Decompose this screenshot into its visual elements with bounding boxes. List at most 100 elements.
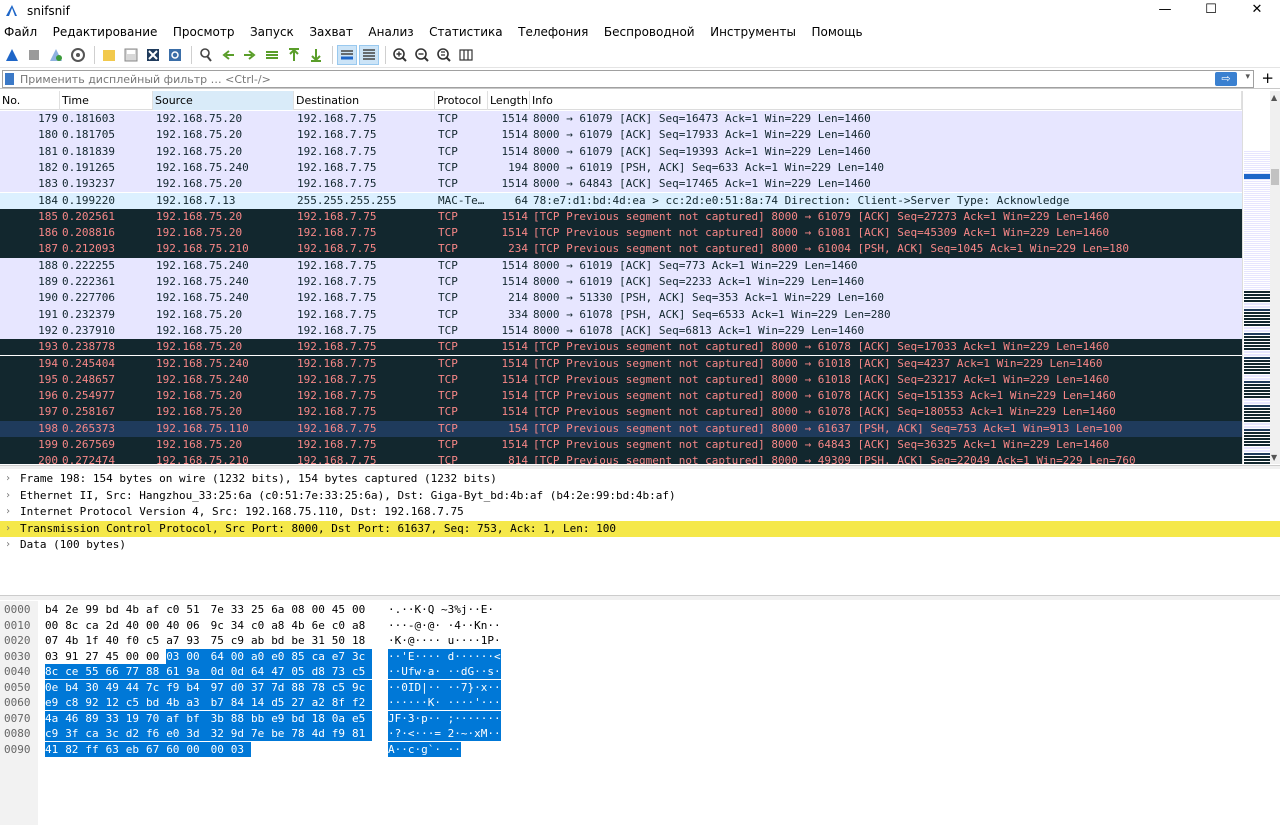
menu-item-4[interactable]: Захват xyxy=(309,22,353,42)
expand-arrow-icon[interactable]: › xyxy=(5,537,11,553)
hex-byte[interactable]: 00 xyxy=(126,649,146,664)
hex-byte[interactable]: 03 xyxy=(45,649,65,664)
hex-byte[interactable]: 6a xyxy=(271,602,291,617)
hex-byte[interactable]: c9 xyxy=(45,726,66,741)
hex-byte[interactable]: c9 xyxy=(231,633,251,648)
hex-byte[interactable]: 51 xyxy=(186,602,210,617)
column-header-6[interactable]: Info xyxy=(530,91,1242,110)
menu-item-9[interactable]: Инструменты xyxy=(710,22,796,42)
packet-row[interactable]: 191 0.232379 192.168.75.20 192.168.7.75 TCP 3… xyxy=(0,306,1242,323)
ascii-text[interactable]: JF·3·p·· ;······· xyxy=(388,710,501,726)
packet-row[interactable]: 198 0.265373 192.168.75.110 192.168.7.75 TCP… xyxy=(0,420,1242,437)
expand-arrow-icon[interactable]: › xyxy=(5,521,11,537)
hex-byte[interactable]: 0a xyxy=(331,710,352,726)
scroll-down-icon[interactable]: ▼ xyxy=(1271,453,1277,462)
pane-splitter-bytes[interactable] xyxy=(0,595,1280,600)
hex-byte[interactable]: 7e xyxy=(251,726,272,741)
menu-item-7[interactable]: Телефония xyxy=(518,22,588,42)
zoom-in-button[interactable] xyxy=(390,45,410,65)
hex-byte[interactable]: 00 xyxy=(186,741,211,757)
packet-row[interactable]: 196 0.254977 192.168.75.20 192.168.7.75 TCP 1… xyxy=(0,388,1242,405)
apply-filter-button[interactable]: ⇨ xyxy=(1215,72,1237,86)
hex-byte[interactable]: 9c xyxy=(211,618,231,633)
hex-byte[interactable]: d0 xyxy=(230,679,251,695)
go-to-packet-button[interactable] xyxy=(262,45,282,65)
go-last-button[interactable] xyxy=(306,45,326,65)
expand-arrow-icon[interactable]: › xyxy=(5,488,11,504)
hex-byte[interactable]: 64 xyxy=(251,664,272,679)
hex-byte[interactable]: a0 xyxy=(251,648,272,664)
detail-tree-item[interactable]: › Frame 198: 154 bytes on wire (1232 bits… xyxy=(0,471,1280,488)
hex-byte[interactable]: 03 xyxy=(230,741,251,757)
menu-item-2[interactable]: Просмотр xyxy=(173,22,235,42)
ascii-text[interactable]: ·K·@···· u····1P· xyxy=(388,633,501,648)
packet-row[interactable]: 199 0.267569 192.168.75.20 192.168.7.75 TCP 1… xyxy=(0,437,1242,454)
hex-byte[interactable]: 93 xyxy=(186,633,210,648)
ascii-text[interactable]: ··'E···· d······< xyxy=(388,648,501,664)
colorize-button[interactable] xyxy=(359,44,379,65)
hex-byte[interactable]: 06 xyxy=(186,618,210,633)
hex-byte[interactable]: 4b xyxy=(126,602,146,617)
hex-byte[interactable]: 4b xyxy=(65,633,85,648)
hex-byte[interactable]: f6 xyxy=(146,726,167,741)
hex-byte[interactable]: 78 xyxy=(291,726,312,741)
hex-byte[interactable]: 70 xyxy=(146,710,167,726)
hex-byte[interactable]: c0 xyxy=(332,618,352,633)
packet-row[interactable]: 189 0.222361 192.168.75.240 192.168.7.75 TCP… xyxy=(0,274,1242,291)
hex-byte[interactable]: 34 xyxy=(231,618,251,633)
hex-byte[interactable]: 4b xyxy=(166,695,187,710)
packet-row[interactable]: 190 0.227706 192.168.75.240 192.168.7.75 TCP… xyxy=(0,290,1242,307)
hex-byte[interactable]: 64 xyxy=(210,648,231,664)
hex-byte[interactable]: ca xyxy=(85,726,106,741)
close-file-button[interactable] xyxy=(143,45,163,65)
column-header-1[interactable]: Time xyxy=(60,91,153,110)
hex-byte[interactable]: 32 xyxy=(210,726,231,741)
hex-byte[interactable]: 0d xyxy=(230,664,251,679)
filter-history-dropdown[interactable]: ▾ xyxy=(1245,72,1250,82)
hex-byte[interactable]: bd xyxy=(291,710,312,726)
hex-byte[interactable]: a8 xyxy=(271,618,291,633)
hex-byte[interactable]: f9 xyxy=(331,726,352,741)
pane-splitter[interactable] xyxy=(0,465,1280,469)
hex-byte[interactable]: 03 xyxy=(166,648,187,664)
hex-byte[interactable]: 40 xyxy=(126,618,146,633)
hex-byte[interactable]: bd xyxy=(106,602,126,617)
hex-byte[interactable]: ab xyxy=(251,633,271,648)
ascii-text[interactable]: ·.··K·Q ~3%j··E· xyxy=(388,602,494,617)
ascii-text[interactable]: ······K· ····'··· xyxy=(388,695,501,710)
hex-byte[interactable]: b7 xyxy=(210,695,231,710)
hex-byte[interactable]: 7e xyxy=(211,602,231,617)
hex-byte[interactable]: be xyxy=(271,726,292,741)
hex-byte[interactable]: f0 xyxy=(126,633,146,648)
packet-row[interactable]: 192 0.237910 192.168.75.20 192.168.7.75 TCP 1… xyxy=(0,322,1242,340)
hex-byte[interactable]: 14 xyxy=(251,695,272,710)
hex-byte[interactable]: 99 xyxy=(85,602,105,617)
hex-byte[interactable]: 46 xyxy=(65,710,86,726)
hex-byte[interactable]: c0 xyxy=(251,618,271,633)
hex-byte[interactable]: c5 xyxy=(146,633,166,648)
zoom-out-button[interactable] xyxy=(412,45,432,65)
hex-byte[interactable]: 25 xyxy=(251,602,271,617)
hex-byte[interactable]: 40 xyxy=(166,618,186,633)
packet-row[interactable]: 187 0.212093 192.168.75.210 192.168.7.75 TCP… xyxy=(0,241,1242,258)
hex-byte[interactable]: 97 xyxy=(210,679,231,695)
hex-byte[interactable]: e9 xyxy=(45,695,66,710)
hex-byte[interactable]: b4 xyxy=(45,602,65,617)
hex-byte[interactable]: a2 xyxy=(311,695,332,710)
hex-byte[interactable]: 8f xyxy=(331,695,352,710)
hex-byte[interactable]: 05 xyxy=(291,664,312,679)
hex-byte[interactable]: 18 xyxy=(352,633,372,648)
hex-byte[interactable]: 2e xyxy=(65,602,85,617)
packet-row[interactable]: 193 0.238778 192.168.75.20 192.168.7.75 TCP 1… xyxy=(0,339,1242,356)
hex-byte[interactable]: 00 xyxy=(45,618,65,633)
packet-list[interactable]: No. Time Source Destination Protocol Length In… xyxy=(0,91,1242,464)
options-gear-button[interactable] xyxy=(68,45,88,65)
expand-arrow-icon[interactable]: › xyxy=(5,504,11,520)
hex-byte[interactable]: be xyxy=(291,633,311,648)
hex-byte[interactable]: e9 xyxy=(271,710,292,726)
scroll-up-icon[interactable]: ▲ xyxy=(1271,93,1277,102)
hex-byte[interactable]: ff xyxy=(85,741,106,757)
save-file-button[interactable] xyxy=(121,45,141,65)
hex-byte[interactable]: 8c xyxy=(65,618,85,633)
hex-byte[interactable]: 82 xyxy=(65,741,86,757)
